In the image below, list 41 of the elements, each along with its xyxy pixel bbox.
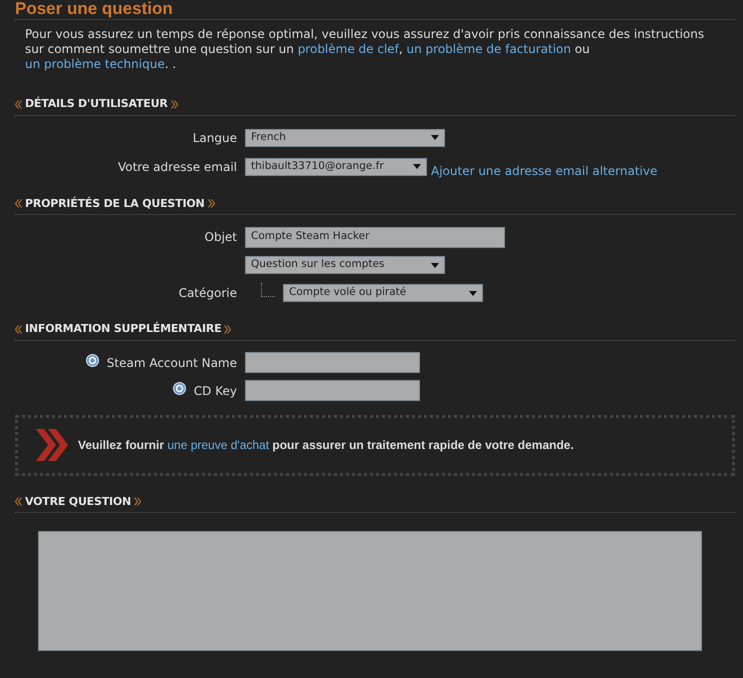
link[interactable]: une preuve d'achat <box>167 438 270 452</box>
field-label: Votre adresse email <box>118 158 237 176</box>
caret-icon <box>431 135 439 140</box>
link[interactable]: problème de clef <box>298 42 399 56</box>
chevron-icon <box>208 199 214 208</box>
section-heading: DÉTAILS D'UTILISATEUR <box>25 96 168 112</box>
field-label: Steam Account Name <box>106 354 237 372</box>
caret-icon <box>431 262 439 268</box>
chevron-icon <box>224 324 232 334</box>
section-heading: PROPRIÉTÉS DE LA QUESTION <box>25 196 204 212</box>
notice-text: Veuillez fournir une preuve d'achat pour assurer un traitement rapide de votre demande. <box>78 437 574 454</box>
dropdown[interactable]: French <box>245 128 445 146</box>
chevron-icon <box>15 497 22 506</box>
link[interactable]: un problème de facturation <box>406 42 571 56</box>
field-label: Catégorie <box>178 285 237 302</box>
text-field[interactable] <box>245 352 420 373</box>
field-label: CD Key <box>194 382 237 400</box>
link[interactable]: un problème technique <box>25 57 165 71</box>
text-field[interactable] <box>245 380 420 401</box>
chevrons-icon <box>34 428 70 462</box>
help-icon[interactable] <box>172 382 186 394</box>
field-label: Langue <box>192 130 237 146</box>
dropdown[interactable]: thibault33710@orange.fr <box>245 158 427 176</box>
help-icon[interactable] <box>86 354 99 366</box>
section-heading: INFORMATION SUPPLÉMENTAIRE <box>25 321 222 337</box>
intro-paragraph: Pour vous assurez un temps de réponse optimal, veuillez vous assurez d'avoir pris connaissance des instructions sur comment soumettre une question sur un problème de clef, un problème de facturation ou un problème technique. . <box>24 26 706 73</box>
field-label: Objet <box>204 229 237 246</box>
caret-icon <box>413 164 421 169</box>
text-field[interactable]: Compte Steam Hacker <box>245 226 505 248</box>
link[interactable]: Ajouter une adresse email alternative <box>431 162 658 180</box>
dropdown[interactable]: Compte volé ou piraté <box>283 284 483 302</box>
chevron-icon <box>170 100 178 109</box>
chevron-icon <box>15 100 22 109</box>
caret-icon <box>469 290 477 296</box>
chevron-icon <box>15 324 22 334</box>
chevron-icon <box>15 199 22 208</box>
question-field[interactable] <box>38 531 702 651</box>
page-title: Poser une question <box>15 0 735 20</box>
chevron-icon <box>134 497 142 506</box>
dropdown[interactable]: Question sur les comptes <box>245 256 445 274</box>
section-heading: VOTRE QUESTION <box>25 494 132 510</box>
